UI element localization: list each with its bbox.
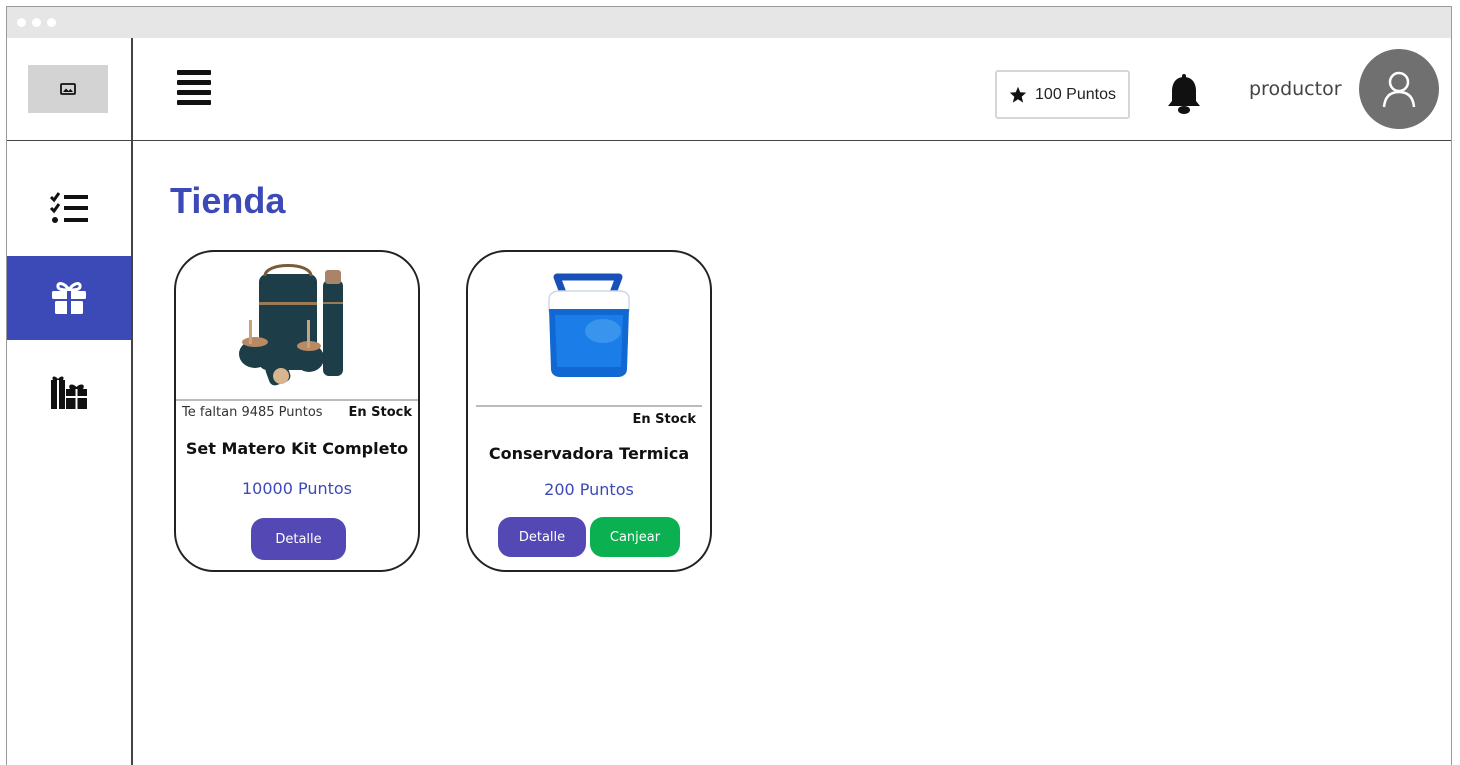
window-dot: [47, 18, 56, 27]
product-card[interactable]: En Stock Conservadora Termica 200 Puntos…: [466, 250, 712, 572]
star-icon: [1009, 86, 1027, 103]
gifts-icon: [51, 376, 87, 409]
points-badge[interactable]: 100 Puntos: [995, 70, 1130, 119]
product-image: [468, 252, 710, 399]
window-titlebar: [7, 7, 1451, 38]
sidebar: [7, 38, 133, 765]
sidebar-item-tasks[interactable]: [7, 167, 131, 251]
top-bar: 100 Puntos productor: [133, 38, 1451, 141]
stock-label: En Stock: [348, 405, 412, 420]
stock-label: En Stock: [632, 412, 696, 427]
product-price: 200 Puntos: [544, 480, 634, 499]
window-dot: [17, 18, 26, 27]
user-icon: [1382, 71, 1416, 108]
window-dot: [32, 18, 41, 27]
mate-kit-image: [239, 263, 343, 385]
product-name: Set Matero Kit Completo: [185, 439, 409, 458]
missing-points-label: Te faltan 9485 Puntos: [182, 405, 323, 420]
detail-button[interactable]: Detalle: [498, 517, 586, 557]
product-price: 10000 Puntos: [241, 479, 353, 498]
cooler-image: [548, 273, 630, 377]
sidebar-item-rewards[interactable]: [7, 351, 131, 435]
redeem-button[interactable]: Canjear: [590, 517, 680, 557]
card-divider: [176, 399, 418, 401]
username-label: productor: [1249, 78, 1342, 100]
logo-area: [7, 38, 133, 141]
avatar[interactable]: [1359, 49, 1439, 129]
checklist-icon: [49, 192, 88, 223]
logo-placeholder[interactable]: [28, 65, 108, 113]
gift-icon: [52, 282, 86, 315]
product-image: [176, 252, 418, 399]
product-name: Conservadora Termica: [488, 444, 690, 463]
menu-icon[interactable]: [177, 70, 211, 106]
points-label: 100 Puntos: [1035, 85, 1116, 103]
image-icon: [60, 83, 76, 95]
bell-icon: [1168, 74, 1200, 114]
product-card[interactable]: Te faltan 9485 Puntos En Stock Set Mater…: [174, 250, 420, 572]
notifications-bell[interactable]: [1165, 74, 1203, 116]
card-divider: [476, 405, 702, 407]
page-title: Tienda: [170, 180, 286, 221]
detail-button[interactable]: Detalle: [251, 518, 346, 560]
sidebar-item-store[interactable]: [7, 256, 131, 340]
